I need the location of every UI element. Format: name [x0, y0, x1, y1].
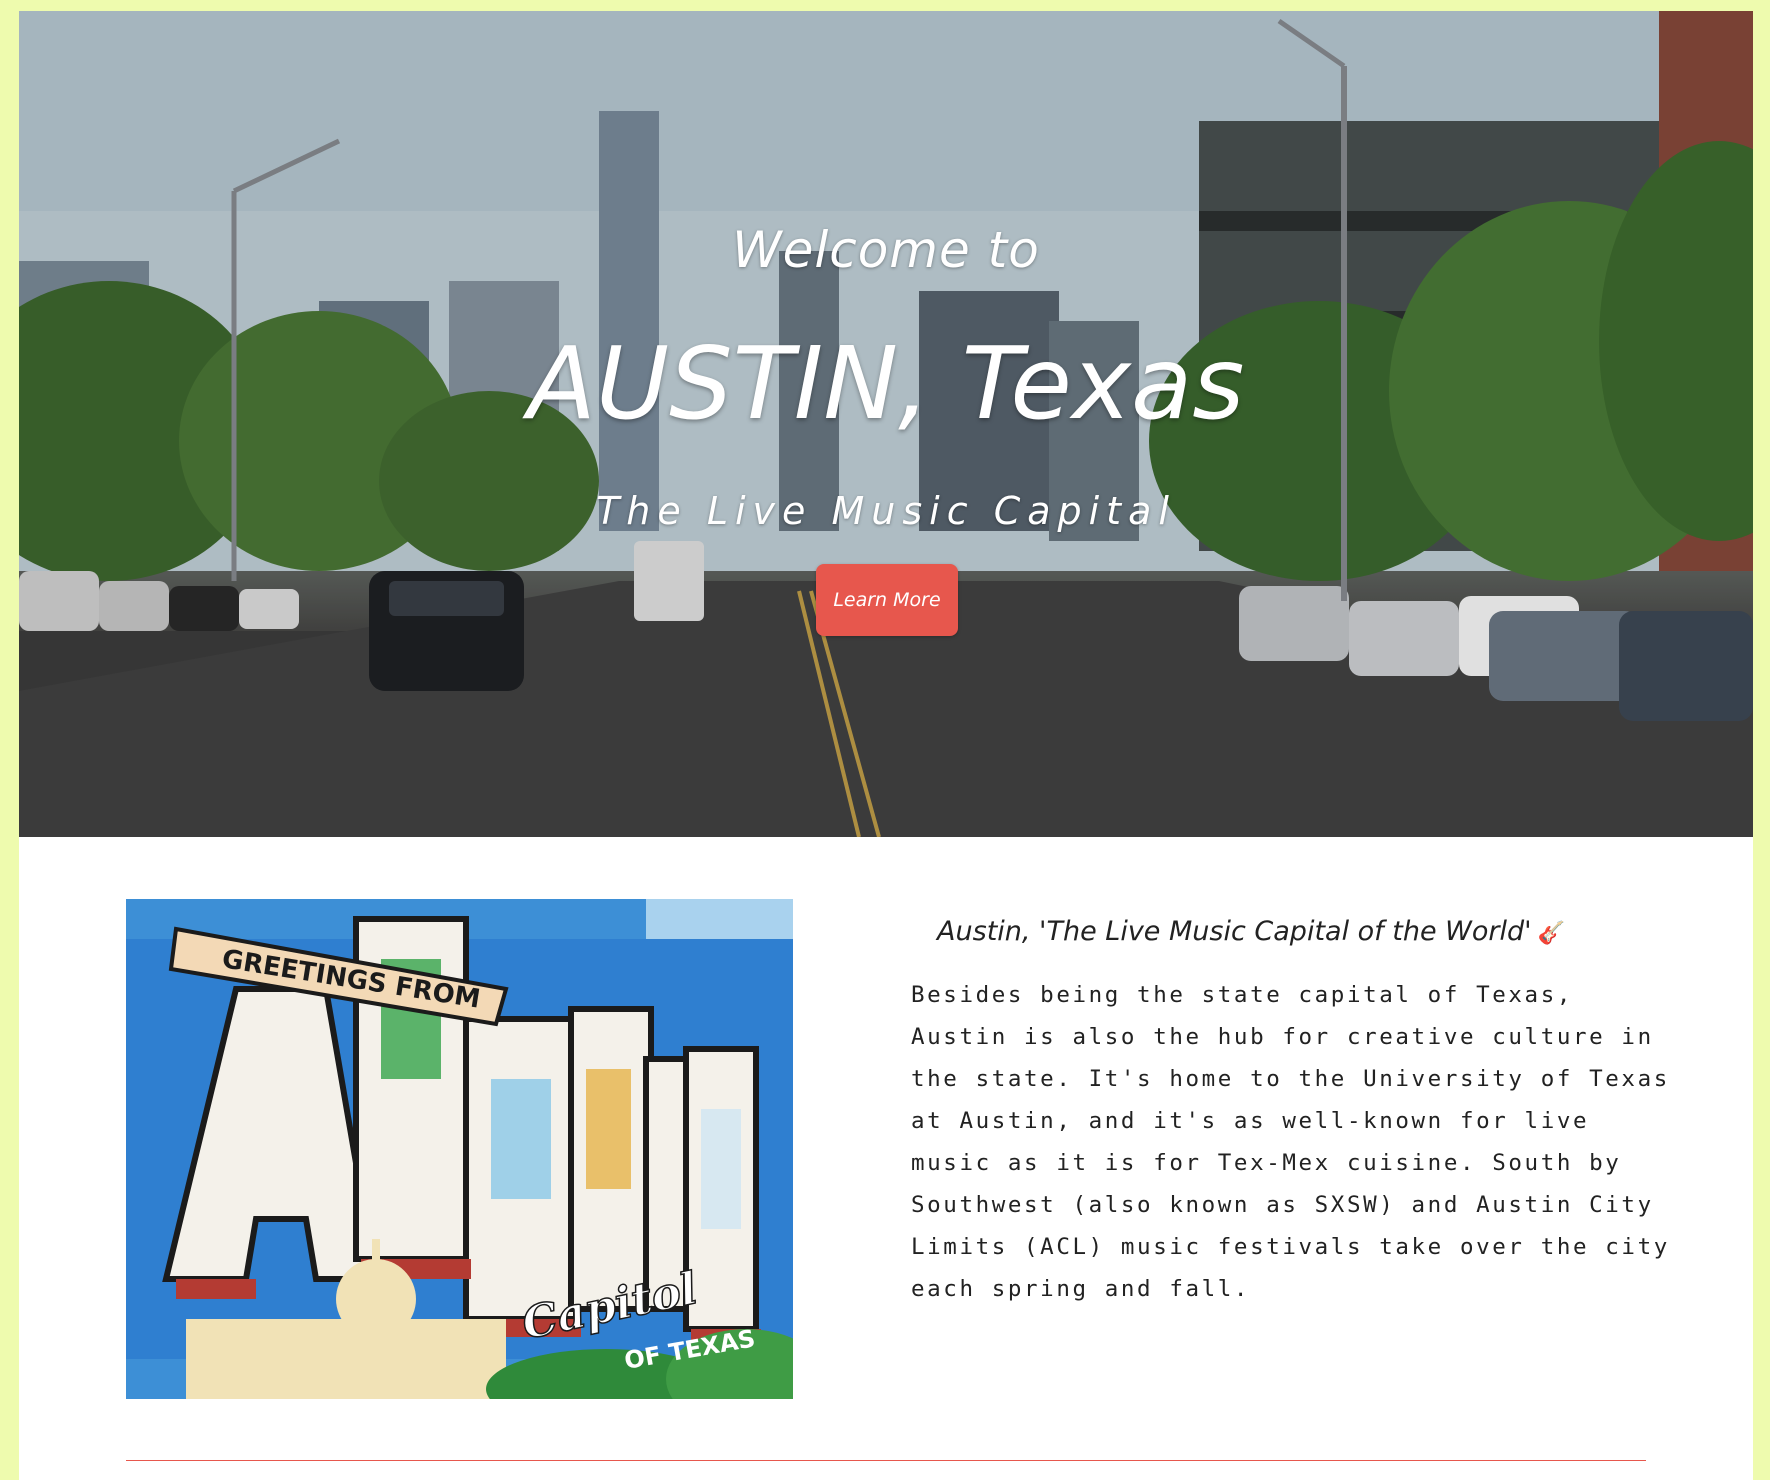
content-body-text: Besides being the state capital of Texas…	[911, 982, 1670, 1302]
content-text-block: Austin, 'The Live Music Capital of the W…	[911, 916, 1671, 1310]
content-heading-text: Austin, 'The Live Music Capital of the W…	[937, 916, 1532, 947]
page-card: Welcome to AUSTIN, Texas The Live Music …	[19, 11, 1753, 1480]
content-heading: Austin, 'The Live Music Capital of the W…	[911, 916, 1591, 947]
learn-more-button[interactable]: Learn More	[816, 564, 958, 636]
greetings-from-austin-mural-image: GREETINGS FROM Capitol OF TEXAS	[126, 899, 793, 1399]
hero-title: AUSTIN, Texas	[527, 325, 1245, 442]
guitar-icon: 🎸	[1537, 921, 1565, 946]
section-divider	[126, 1460, 1646, 1461]
hero-section: Welcome to AUSTIN, Texas The Live Music …	[19, 11, 1753, 837]
hero-subtitle: The Live Music Capital	[596, 489, 1176, 533]
hero-welcome-text: Welcome to	[732, 221, 1040, 279]
